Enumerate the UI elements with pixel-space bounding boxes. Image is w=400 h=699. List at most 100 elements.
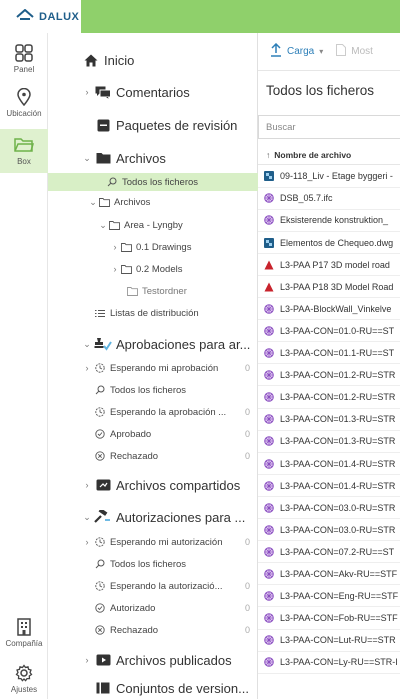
file-row[interactable]: 09-118_Liv - Etage byggeri - [258,166,400,188]
file-row[interactable]: L3-PAA-BlockWall_Vinkelve [258,299,400,321]
file-row[interactable]: DSB_05.7.ifc [258,188,400,210]
nav-listas[interactable]: Listas de distribución [48,304,258,322]
chevron-right-icon[interactable]: › [82,480,92,490]
nav-esperando-mi-aprobacion[interactable]: › Esperando mi aprobación 0 [48,359,258,377]
chevron-down-icon[interactable]: ⌄ [98,220,108,231]
nav-autorizaciones[interactable]: ⌄ Autorizaciones para ... [48,502,258,532]
model-file-icon [264,569,274,579]
comments-icon [94,85,112,99]
file-row[interactable]: L3-PAA P18 3D Model Road [258,277,400,299]
file-row[interactable]: L3-PAA-CON=01.2-RU=STR [258,365,400,387]
nav-publicados[interactable]: › Archivos publicados [48,645,258,675]
file-row[interactable]: L3-PAA-CON=03.0-RU=STR [258,498,400,520]
nav-aut-todos[interactable]: Todos los ficheros [48,555,258,573]
chevron-down-icon[interactable]: ⌄ [82,153,92,164]
nav-esperando-mi-autorizacion[interactable]: › Esperando mi autorización 0 [48,533,258,551]
rail-box[interactable]: Box [0,129,48,173]
nav-aprobaciones[interactable]: ⌄ Aprobaciones para ar... [48,329,258,359]
upload-button[interactable]: Carga [287,46,314,57]
chevron-right-icon[interactable]: › [82,87,92,97]
rail-panel-label: Panel [13,65,35,74]
nav-archivos[interactable]: ⌄ Archivos [48,143,258,173]
file-name: L3-PAA-CON=Lut-RU==STR [280,635,396,646]
file-row[interactable]: L3-PAA-CON=01.2-RU=STR [258,387,400,409]
chevron-right-icon[interactable]: › [82,537,92,547]
grid-icon [12,41,36,65]
nav-folder-area-lyngby[interactable]: ⌄ Area - Lyngby [48,216,258,234]
file-row[interactable]: L3-PAA-CON=01.0-RU==ST [258,321,400,343]
chevron-right-icon[interactable]: › [110,264,120,274]
file-row[interactable]: L3-PAA-CON=01.3-RU=STR [258,409,400,431]
nav-listas-label: Listas de distribución [110,307,199,319]
chevron-down-icon[interactable]: ⌄ [82,512,92,523]
count-badge: 0 [244,451,250,461]
upload-icon[interactable] [270,42,282,60]
model-file-icon [264,591,274,601]
logo[interactable]: DALUX [0,0,81,33]
nav-archivos-label: Archivos [116,150,166,166]
nav-compartidos[interactable]: › Archivos compartidos [48,470,258,500]
column-header-name[interactable]: ↑ Nombre de archivo [258,145,400,165]
file-row[interactable]: L3-PAA-CON=01.1-RU==ST [258,343,400,365]
nav-todos-los-ficheros[interactable]: Todos los ficheros [48,173,258,191]
nav-aut-rechazado[interactable]: Rechazado 0 [48,621,258,639]
chevron-down-icon[interactable]: ▾ [319,47,323,56]
file-row[interactable]: L3-PAA P17 3D model road [258,254,400,276]
file-row[interactable]: L3-PAA-CON=03.0-RU=STR [258,520,400,542]
sort-arrow-up-icon[interactable]: ↑ [266,150,270,160]
nav-folder-archivos[interactable]: ⌄ Archivos [48,193,258,211]
file-row[interactable]: L3-PAA-CON=Fob-RU==STF [258,608,400,630]
list-icon [94,307,106,319]
model-file-icon [264,370,274,380]
file-row[interactable]: L3-PAA-CON=Ly-RU==STR-I [258,652,400,674]
nav-esperando-aprobacion[interactable]: Esperando la aprobación ... 0 [48,403,258,421]
folder-outline-icon [98,196,110,208]
chevron-right-icon[interactable]: › [82,655,92,665]
nav-rechazado[interactable]: Rechazado 0 [48,447,258,465]
search-input[interactable]: Buscar [258,115,400,139]
nav-aprob-todos[interactable]: Todos los ficheros [48,381,258,399]
chevron-right-icon[interactable]: › [110,242,120,252]
file-row[interactable]: Elementos de Chequeo.dwg [258,232,400,254]
nav-aprobado[interactable]: Aprobado 0 [48,425,258,443]
nav-folder-models[interactable]: › 0.2 Models [48,260,258,278]
show-button[interactable]: Most [351,46,373,57]
file-row[interactable]: L3-PAA-CON=01.3-RU=STR [258,431,400,453]
building-icon [12,615,36,639]
chevron-right-icon[interactable]: › [82,363,92,373]
chevron-down-icon[interactable]: ⌄ [88,197,98,208]
file-name: L3-PAA-CON=Fob-RU==STF [280,613,398,624]
nav-esperando-autorizacion[interactable]: Esperando la autorizació... 0 [48,577,258,595]
rail-company[interactable]: Compañía [0,615,48,653]
file-row[interactable]: L3-PAA-CON=Akv-RU==STF [258,564,400,586]
nav-folder-drawings[interactable]: › 0.1 Drawings [48,238,258,256]
rail-location[interactable]: Ubicación [0,85,48,125]
file-name: L3-PAA-CON=Eng-RU==STF [280,591,399,602]
file-row[interactable]: L3-PAA-CON=07.2-RU==ST [258,542,400,564]
nav-inicio[interactable]: Inicio [48,45,258,75]
nav-comentarios[interactable]: › Comentarios [48,77,258,107]
folder-open-icon [12,133,36,157]
rail-settings[interactable]: Ajustes [0,661,48,699]
toolbar: Carga ▾ Most [258,33,400,71]
file-row[interactable]: Eksisterende konstruktion_ [258,210,400,232]
file-row[interactable]: L3-PAA-CON=01.4-RU=STR [258,475,400,497]
nav-area-label: Area - Lyngby [124,219,183,231]
nav-folder-testordner[interactable]: Testordner [48,282,258,300]
model-file-icon [264,414,274,425]
file-row[interactable]: L3-PAA-CON=Lut-RU==STR [258,630,400,652]
nav-autorizado[interactable]: Autorizado 0 [48,599,258,617]
file-row[interactable]: L3-PAA-CON=Eng-RU==STF [258,586,400,608]
gavel-icon [94,510,112,524]
rail-location-label: Ubicación [6,109,42,118]
nav-paquetes[interactable]: Paquetes de revisión [48,110,258,140]
file-row[interactable]: L3-PAA-CON=01.4-RU=STR [258,453,400,475]
nav-folder-archivos-label: Archivos [114,196,151,208]
nav-conjuntos[interactable]: Conjuntos de version... [48,676,258,699]
location-pin-icon [12,85,36,109]
nav-inicio-label: Inicio [104,52,135,68]
count-badge: 0 [244,625,250,635]
rail-panel[interactable]: Panel [0,41,48,81]
chevron-down-icon[interactable]: ⌄ [82,339,92,350]
house-logo-icon [16,8,34,26]
